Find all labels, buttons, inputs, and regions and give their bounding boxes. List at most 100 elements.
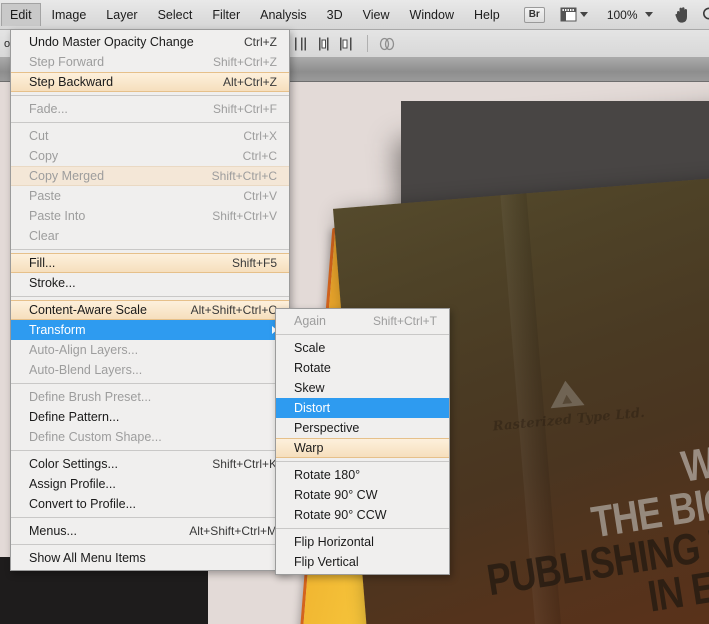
menu-item-scale[interactable]: Scale [276,338,449,358]
menu-item-assign-profile[interactable]: Assign Profile... [11,474,289,494]
menu-view[interactable]: View [354,3,399,27]
menu-item-right: Shift+F5 [210,253,277,273]
menu-item-label: Flip Vertical [294,555,359,569]
distribute-horizontal-centers-icon[interactable] [315,35,335,53]
menu-item-distort[interactable]: Distort [276,398,449,418]
menu-item-copy-merged: Copy Merged Shift+Ctrl+C [11,166,289,186]
menu-layer[interactable]: Layer [97,3,146,27]
menu-item-shortcut: Alt+Ctrl+Z [222,75,277,89]
menu-edit[interactable]: Edit [1,3,41,26]
menu-separator [276,334,449,335]
menu-item-label: Undo Master Opacity Change [29,35,194,49]
menu-item-shortcut: Alt+Shift+Ctrl+C [190,303,277,317]
menu-item-right: Shift+Ctrl+K [190,454,277,474]
menu-item-label: Copy Merged [29,169,105,183]
menu-item-label: Skew [294,381,325,395]
menu-item-label: Define Brush Preset... [29,390,152,404]
menu-item-menus[interactable]: Menus... Alt+Shift+Ctrl+M [11,521,289,541]
menu-item-shortcut: Shift+Ctrl+V [212,209,277,223]
menu-item-fill[interactable]: Fill... Shift+F5 [11,253,289,273]
menu-item-rotate-90-ccw[interactable]: Rotate 90° CCW [276,505,449,525]
menu-item-shortcut: Ctrl+X [243,129,277,143]
brand-name: Rasterized Type Ltd. [492,405,646,435]
menu-item-copy: Copy Ctrl+C [11,146,289,166]
menu-separator [11,450,289,451]
menu-item-shortcut: Ctrl+V [243,189,277,203]
menu-item-show-all-menu-items[interactable]: Show All Menu Items [11,548,289,568]
menu-separator [11,544,289,545]
distribute-right-edges-icon[interactable] [337,35,357,53]
zoom-chevron-down-icon[interactable] [644,12,653,17]
menu-item-right: Alt+Shift+Ctrl+M [167,521,277,541]
menu-item-cut: Cut Ctrl+X [11,126,289,146]
menu-item-shortcut: Ctrl+C [242,149,277,163]
menu-separator [11,517,289,518]
menu-item-define-custom-shape: Define Custom Shape... [11,427,289,447]
menu-item-color-settings[interactable]: Color Settings... Shift+Ctrl+K [11,454,289,474]
menu-item-define-pattern[interactable]: Define Pattern... [11,407,289,427]
menu-3d[interactable]: 3D [318,3,352,27]
menu-item-shortcut: Shift+Ctrl+Z [212,55,277,69]
menu-select[interactable]: Select [149,3,202,27]
menu-item-shortcut: Shift+Ctrl+C [211,169,277,183]
menu-item-undo-master-opacity-change[interactable]: Undo Master Opacity Change Ctrl+Z [11,32,289,52]
menu-separator [11,383,289,384]
menu-item-again: Again Shift+Ctrl+T [276,311,449,331]
menu-item-label: Fill... [29,256,56,270]
menu-item-step-forward: Step Forward Shift+Ctrl+Z [11,52,289,72]
menu-item-label: Clear [29,229,59,243]
menu-separator [11,95,289,96]
menu-item-label: Copy [29,149,59,163]
edit-dropdown-menu[interactable]: Undo Master Opacity Change Ctrl+Z Step For… [10,29,290,571]
hand-tool-icon[interactable] [667,4,696,26]
transform-submenu[interactable]: Again Shift+Ctrl+T Scale Rotate Skew Distort P… [275,308,450,575]
menu-item-rotate-90-cw[interactable]: Rotate 90° CW [276,485,449,505]
menu-item-skew[interactable]: Skew [276,378,449,398]
menu-item-label: Perspective [294,421,360,435]
menu-item-right: Shift+Ctrl+Z [191,52,277,72]
menu-item-paste: Paste Ctrl+V [11,186,289,206]
screen-mode-chevron-down-icon[interactable] [579,12,588,17]
menu-item-label: Rotate 90° CW [294,488,378,502]
menu-item-label: Cut [29,129,49,143]
menu-item-fade: Fade... Shift+Ctrl+F [11,99,289,119]
menu-item-stroke[interactable]: Stroke... [11,273,289,293]
menu-item-perspective[interactable]: Perspective [276,418,449,438]
menu-help[interactable]: Help [465,3,509,27]
main-menu-bar[interactable]: Edit Image Layer Select Filter Analysis 3D View… [0,0,709,30]
menu-item-label: Again [294,314,326,328]
menu-item-rotate[interactable]: Rotate [276,358,449,378]
menu-item-convert-to-profile[interactable]: Convert to Profile... [11,494,289,514]
menu-item-label: Rotate 180° [294,468,361,482]
menu-item-label: Fade... [29,102,68,116]
menu-item-rotate-180[interactable]: Rotate 180° [276,465,449,485]
menu-item-shortcut: Shift+Ctrl+T [372,314,437,328]
menu-item-step-backward[interactable]: Step Backward Alt+Ctrl+Z [11,72,289,92]
screen-mode-icon[interactable] [555,5,593,24]
menu-item-label: Define Custom Shape... [29,430,162,444]
menu-item-clear: Clear [11,226,289,246]
menu-item-transform[interactable]: Transform [11,320,289,340]
menu-item-flip-vertical[interactable]: Flip Vertical [276,552,449,572]
menu-item-content-aware-scale[interactable]: Content-Aware Scale Alt+Shift+Ctrl+C [11,300,289,320]
menu-analysis[interactable]: Analysis [251,3,316,27]
menu-item-right: Ctrl+X [221,126,277,146]
menu-filter[interactable]: Filter [203,3,249,27]
bridge-icon[interactable]: Br [523,6,545,23]
menu-separator [11,296,289,297]
menu-separator [11,122,289,123]
menu-item-label: Warp [294,441,324,455]
menu-item-right: Shift+Ctrl+V [190,206,277,226]
menu-item-right: Shift+Ctrl+C [190,166,277,186]
menu-item-right: Alt+Shift+Ctrl+C [169,300,277,320]
auto-align-layers-icon[interactable] [378,35,398,53]
menu-item-label: Rotate [294,361,331,375]
menu-item-label: Rotate 90° CCW [294,508,387,522]
menu-item-label: Transform [29,323,86,337]
menu-image[interactable]: Image [43,3,96,27]
zoom-tool-icon[interactable] [696,4,709,26]
menu-item-warp[interactable]: Warp [276,438,449,458]
menu-window[interactable]: Window [401,3,463,27]
menu-item-flip-horizontal[interactable]: Flip Horizontal [276,532,449,552]
distribute-left-edges-icon[interactable] [293,35,313,53]
